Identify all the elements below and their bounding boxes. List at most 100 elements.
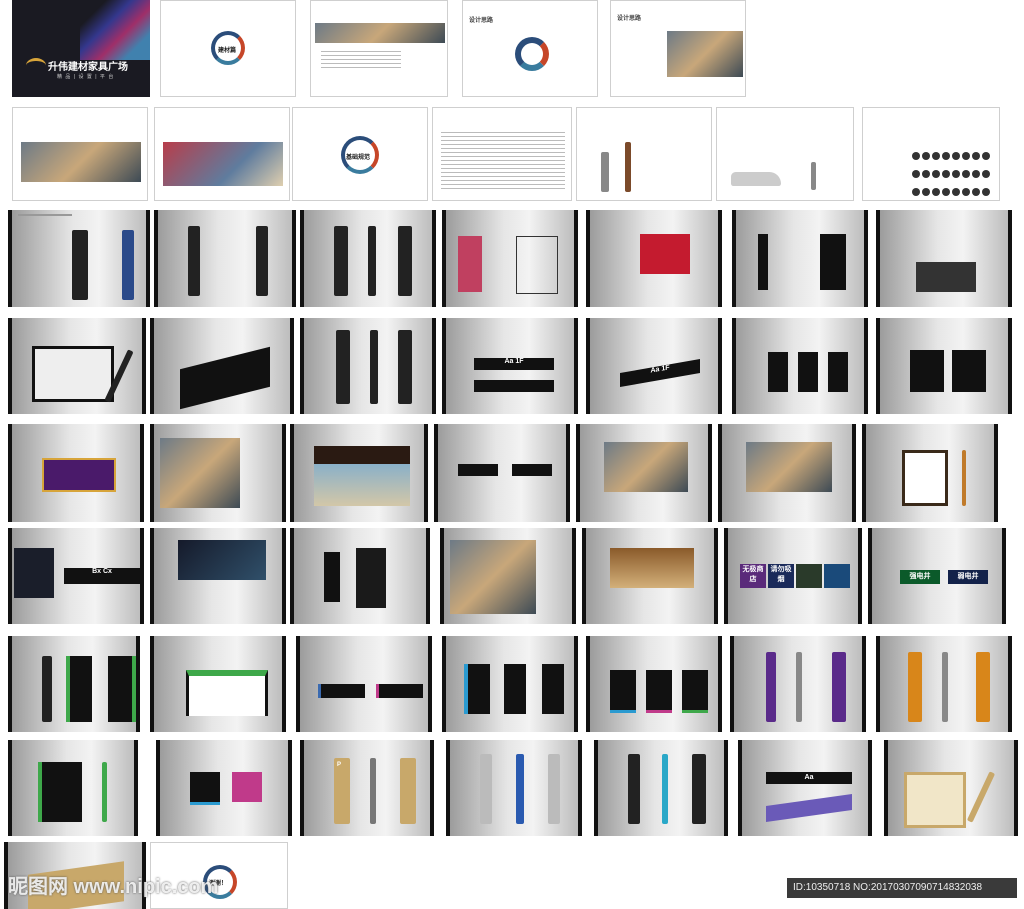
slide-interior-photo[interactable] (150, 424, 286, 522)
slide-entrance-2[interactable] (718, 424, 856, 522)
slide-design-concept[interactable]: 设计思路 (462, 0, 598, 97)
cyan-totem-3 (692, 754, 706, 824)
slide-pylon-2[interactable] (300, 318, 436, 414)
store-sign-b (952, 350, 986, 392)
slide-label-2: 设计思路 (617, 16, 642, 22)
slide-pylon[interactable] (300, 210, 436, 307)
slide-restroom-pair[interactable] (156, 740, 292, 836)
slide-elevator-sign[interactable] (290, 528, 430, 624)
sign-pole (625, 142, 631, 192)
store-sign-purple: 无极商店 (740, 564, 766, 588)
slide-parking-gold[interactable]: P (300, 740, 434, 836)
slide-store-sign[interactable] (876, 318, 1012, 414)
floor-guide-board (902, 450, 948, 506)
building-photo (21, 142, 141, 182)
store-sign-c2 (646, 670, 672, 713)
slide-entrance[interactable] (576, 424, 712, 522)
slide-icon-set[interactable] (862, 107, 1000, 201)
section-materials-title: 建材篇 (218, 48, 237, 54)
cover-slide[interactable]: 升伟建材家具广场 精 品 | 设 置 | 平 台 (12, 0, 150, 97)
poster (640, 234, 690, 274)
slide-restroom-colored[interactable] (442, 636, 578, 732)
facade-photo (610, 548, 694, 588)
restroom-sign-a (768, 352, 788, 392)
slide-gold-kiosk[interactable] (884, 740, 1018, 836)
pylon-2 (368, 226, 376, 296)
slide-lightbox[interactable] (442, 210, 578, 307)
green-totem-2 (108, 656, 136, 722)
slide-well-signs-2[interactable] (296, 636, 432, 732)
elevator-board (356, 548, 386, 608)
slide-kiosk-3d[interactable] (150, 318, 294, 414)
slide-building[interactable] (12, 107, 148, 201)
slide-hanging-banner[interactable] (8, 424, 144, 522)
floor-map-panel (916, 262, 976, 292)
slide-well-signs-colored[interactable]: 强电井 弱电井 (868, 528, 1006, 624)
showroom-photo (450, 540, 536, 614)
slide-ergonomics-2[interactable] (716, 107, 854, 201)
slide-garage-photo[interactable] (150, 528, 286, 624)
purple-totem (766, 652, 776, 722)
slide-facade[interactable] (582, 528, 718, 624)
text-block (321, 51, 401, 71)
orange-totem-2 (976, 652, 990, 722)
slide-green-kiosk[interactable] (150, 636, 286, 732)
slide-store-signs-3[interactable] (586, 636, 722, 732)
slide-exterior[interactable] (154, 107, 290, 201)
slide-ergonomics[interactable] (576, 107, 712, 201)
slide-directory-board[interactable] (732, 210, 868, 307)
slide-well-signs[interactable] (434, 424, 570, 522)
well-sign-b (512, 464, 552, 476)
slide-cyan-totem[interactable] (594, 740, 728, 836)
slide-store-signs-colored[interactable]: 无极商店 请勿吸烟 (724, 528, 862, 624)
section-basic-slide[interactable]: 基础规范 (292, 107, 428, 201)
slide-green-totem[interactable] (8, 636, 140, 732)
restroom-dark (504, 664, 526, 714)
slide-restroom-sign[interactable] (732, 318, 868, 414)
hanging-banner (42, 458, 116, 492)
slide-floor-guide[interactable] (862, 424, 998, 522)
storefront-photo (314, 446, 410, 506)
slide-hanging-3d[interactable]: Aa 1F (586, 318, 722, 414)
slide-totem[interactable] (154, 210, 296, 307)
parking-p-label: P (337, 762, 342, 768)
slide-storefront[interactable] (290, 424, 428, 522)
watermark: 昵图网 www.nipic.com (8, 876, 219, 898)
gold-kiosk-leg (966, 771, 996, 823)
store-sign-a (910, 350, 944, 392)
slide-green-directory[interactable] (8, 740, 138, 836)
slide-culture[interactable]: 设计思路 (610, 0, 746, 97)
section-materials-slide[interactable]: 建材篇 (160, 0, 296, 97)
slide-purple-totem[interactable] (730, 636, 866, 732)
garage-letter-c: Cx (102, 568, 112, 575)
slide-garage-sign[interactable]: Bx Cx (8, 528, 144, 624)
slide-kiosk[interactable] (8, 318, 146, 414)
slide-showroom[interactable] (440, 528, 576, 624)
purple-hanging-sign: Aa (766, 772, 852, 784)
parking-gold-pole-2 (400, 758, 416, 824)
brand-logo-icon (26, 58, 46, 73)
slide-text-rules[interactable] (432, 107, 572, 201)
slide-poster-wall[interactable] (586, 210, 722, 307)
gold-kiosk (904, 772, 966, 828)
weak-well-sign-2 (376, 684, 423, 698)
exterior-photo (163, 142, 283, 186)
orange-totem (908, 652, 922, 722)
slide-blue-totem[interactable] (446, 740, 582, 836)
strong-well-sign: 强电井 (900, 570, 940, 584)
purple-3d-sign (766, 793, 852, 823)
slide-hanging-sign[interactable]: Aa 1F (442, 318, 578, 414)
pylon (334, 226, 348, 296)
slide-orange-totem[interactable] (876, 636, 1012, 732)
silver-totem (480, 754, 492, 824)
directory-narrow (758, 234, 768, 290)
store-sign-c3 (682, 670, 708, 713)
slide-positioning[interactable] (310, 0, 448, 97)
slide-floor-map[interactable] (876, 210, 1012, 307)
culture-photo (667, 31, 743, 77)
slide-label: 设计思路 (469, 18, 494, 24)
cover-title: 升伟建材家具广场 (48, 62, 128, 73)
slide-parking-sign[interactable] (8, 210, 150, 307)
slide-purple-hanging[interactable]: Aa (738, 740, 872, 836)
hanging-sign-2 (474, 380, 554, 392)
